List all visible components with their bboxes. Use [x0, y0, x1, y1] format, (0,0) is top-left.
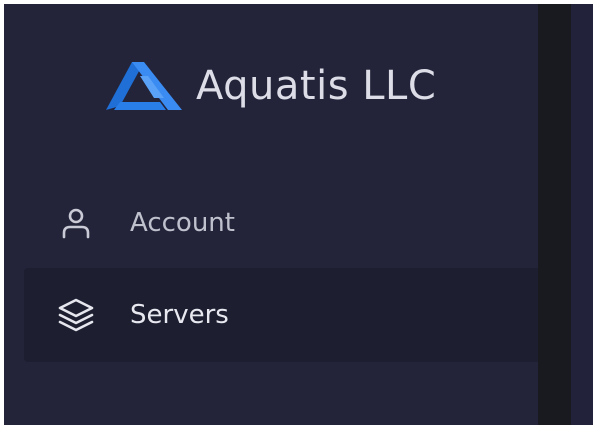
layers-icon: [52, 291, 100, 339]
sidebar-item-servers[interactable]: Servers: [24, 268, 542, 362]
brand-name: Aquatis LLC: [196, 63, 437, 109]
sidebar: Aquatis LLC Account Servers: [4, 4, 542, 425]
brand[interactable]: Aquatis LLC: [104, 56, 436, 116]
sidebar-divider: [538, 4, 571, 425]
app-window: Aquatis LLC Account Servers: [0, 0, 597, 429]
sidebar-item-label: Servers: [130, 300, 229, 330]
sidebar-item-account[interactable]: Account: [24, 176, 542, 270]
brand-logo-icon: [106, 62, 182, 110]
user-icon: [52, 199, 100, 247]
main-content-area: [571, 4, 593, 425]
sidebar-item-label: Account: [130, 208, 235, 238]
